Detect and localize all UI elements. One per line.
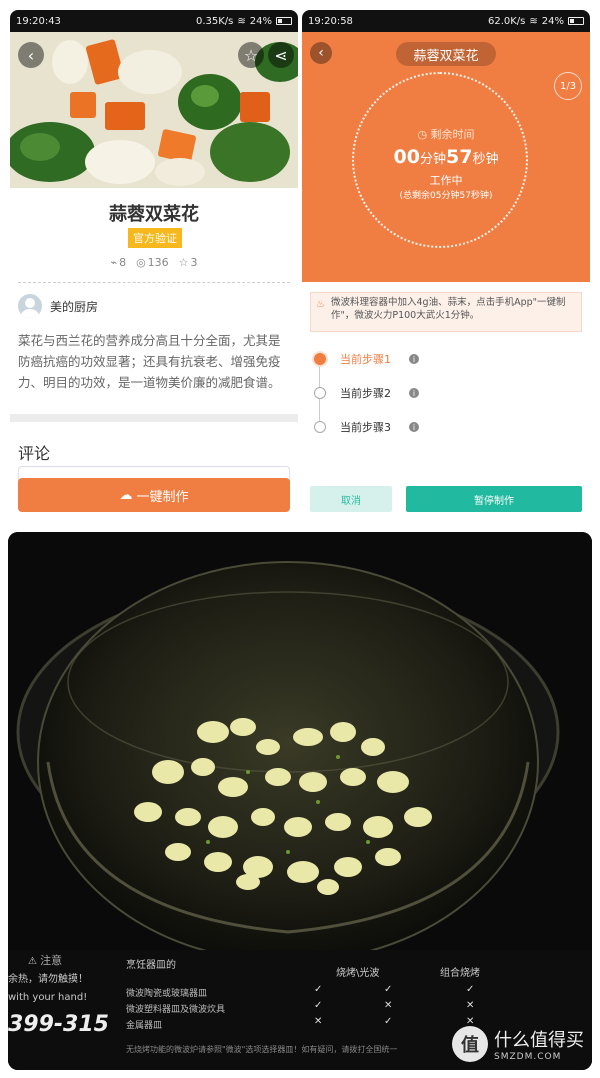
recipe-stats: ⌁ 8 ◎ 136 ☆ 3 <box>10 256 298 269</box>
step-dot <box>314 421 326 433</box>
timer-panel: ‹ 蒜蓉双菜花 1/3 ◷ 剩余时间 00分钟57秒钟 工作中 (总剩余05分钟… <box>302 32 590 282</box>
section-separator <box>10 414 298 422</box>
divider <box>18 282 290 283</box>
cross-icon: ✕ <box>466 1000 475 1011</box>
check-icon: ✓ <box>384 1016 393 1027</box>
one-click-label: 一键制作 <box>136 489 189 505</box>
check-icon: ✓ <box>384 984 393 995</box>
battery-percent: 24% <box>541 15 564 27</box>
caution-line-1: 余热，请勿触摸！ <box>8 974 88 985</box>
page-current: 1 <box>559 80 567 92</box>
timer-seconds: 57 <box>446 146 473 168</box>
caution-label: ⚠ 注意 余热，请勿触摸！ with your hand! <box>8 952 88 1007</box>
timer-minutes-unit: 分钟 <box>419 152 446 167</box>
working-status: 工作中 <box>429 174 463 187</box>
battery-icon <box>568 17 584 25</box>
check-icon: ✓ <box>314 984 323 995</box>
pause-cooking-button[interactable]: 暂停制作 <box>406 486 582 512</box>
recipe-hero-image: ‹ ☆ ⋖ <box>10 32 298 188</box>
view-count: 136 <box>147 256 169 269</box>
steps-list: 当前步骤1 i 当前步骤2 i 当前步骤3 i <box>314 342 574 444</box>
wifi-icon: ≋ <box>529 15 538 27</box>
one-click-cook-button[interactable]: ☁ 一键制作 <box>18 478 290 512</box>
caution-line-2: with your hand! <box>8 992 88 1003</box>
battery-icon <box>276 17 292 25</box>
like-icon: ☆ <box>178 256 189 269</box>
share-button[interactable]: ⋖ <box>268 42 294 68</box>
cross-icon: ✕ <box>384 1000 393 1011</box>
info-icon[interactable]: i <box>409 388 419 398</box>
total-remaining: (总剩余05分钟57秒钟) <box>399 191 493 201</box>
cooking-progress-screen: 19:20:58 62.0K/s ≋ 24% ‹ 蒜蓉双菜花 1/3 ◷ 剩余时… <box>302 10 590 518</box>
timer-minutes: 00 <box>393 146 420 168</box>
step-label: 当前步骤1 <box>340 353 391 366</box>
back-button[interactable]: ‹ <box>310 42 332 64</box>
remaining-time-label: 剩余时间 <box>430 128 475 141</box>
status-net-speed: 62.0K/s <box>487 15 526 27</box>
check-icon: ✓ <box>466 984 475 995</box>
step-item[interactable]: 当前步骤3 i <box>314 410 574 444</box>
countdown-timer: 00分钟57秒钟 <box>302 146 590 168</box>
page-total: 3 <box>569 80 577 92</box>
flame-icon: ♨ <box>316 299 325 310</box>
eye-icon: ◎ <box>136 256 146 269</box>
recipe-description: 菜花与西兰花的营养成分高且十分全面，尤其是防癌抗癌的功效显著；还具有抗衰老、增强… <box>18 333 281 390</box>
status-bar: 19:20:58 62.0K/s ≋ 24% <box>302 10 590 32</box>
info-icon[interactable]: i <box>409 354 419 364</box>
caution-title: 注意 <box>40 954 63 967</box>
cloud-icon: ☁ <box>119 487 133 503</box>
author-row[interactable]: 美的厨房 <box>18 294 98 318</box>
status-net-speed: 0.35K/s <box>195 15 234 27</box>
clock-icon: ◷ <box>417 128 428 141</box>
cancel-button[interactable]: 取消 <box>310 486 392 512</box>
battery-percent: 24% <box>249 15 272 27</box>
comments-heading: 评论 <box>18 444 51 463</box>
watermark-chinese: 什么值得买 <box>494 1030 584 1051</box>
status-bar: 19:20:43 0.35K/s ≋ 24% <box>10 10 298 32</box>
smzdm-watermark: 值 什么值得买 SMZDM.COM <box>452 1026 584 1062</box>
author-name: 美的厨房 <box>50 299 99 314</box>
instruction-text: 微波料理容器中加入4g油、蒜末，点击手机App"一键制作"，微波火力P100大武… <box>331 297 566 321</box>
smzdm-logo-icon: 值 <box>452 1026 488 1062</box>
save-count: 8 <box>119 256 127 269</box>
official-verified-badge: 官方验证 <box>128 228 182 248</box>
watermark-english: SMZDM.COM <box>494 1052 562 1062</box>
cookware-row: 微波塑料器皿及微波炊具 <box>126 1005 226 1015</box>
favorite-star-button[interactable]: ☆ <box>238 42 264 68</box>
check-icon: ✓ <box>314 1000 323 1011</box>
warning-icon: ⚠ <box>28 956 37 967</box>
step-instruction: ♨ 微波料理容器中加入4g油、蒜末，点击手机App"一键制作"，微波火力P100… <box>310 292 582 332</box>
col-combo: 组合烧烤 <box>440 968 480 979</box>
recipe-title: 蒜蓉双菜花 <box>109 204 199 225</box>
step-item[interactable]: 当前步骤1 i <box>314 342 574 376</box>
info-icon[interactable]: i <box>409 422 419 432</box>
cookware-table-title: 烹饪器皿的 <box>126 960 176 971</box>
composite-page: 19:20:43 0.35K/s ≋ 24% ‹ ☆ ⋖ 蒜蓉双菜花 官方验证 … <box>0 0 600 1078</box>
status-time: 19:20:43 <box>16 15 61 27</box>
cookware-footnote: 无烧烤功能的微波炉请参照"微波"选项选择器皿！如有疑问，请拨打全国统一 <box>126 1045 398 1054</box>
save-icon: ⌁ <box>110 256 118 269</box>
timer-seconds-unit: 秒钟 <box>472 152 499 167</box>
wifi-icon: ≋ <box>237 15 246 27</box>
col-grill: 烧烤\光波 <box>336 968 380 979</box>
recipe-detail-screen: 19:20:43 0.35K/s ≋ 24% ‹ ☆ ⋖ 蒜蓉双菜花 官方验证 … <box>10 10 298 518</box>
step-item[interactable]: 当前步骤2 i <box>314 376 574 410</box>
step-label: 当前步骤3 <box>340 421 391 434</box>
step-label: 当前步骤2 <box>340 387 391 400</box>
step-dot <box>314 387 326 399</box>
cookware-row: 金属器皿 <box>126 1021 163 1031</box>
screen-title: 蒜蓉双菜花 <box>396 42 496 66</box>
like-count: 3 <box>190 256 198 269</box>
avatar <box>18 294 42 318</box>
hotline-number: 399-315 <box>8 1012 109 1037</box>
step-dot <box>314 353 326 365</box>
cross-icon: ✕ <box>314 1016 323 1027</box>
cookware-row: 微波陶瓷或玻璃器皿 <box>126 989 208 999</box>
microwave-bowl-photo: ⚠ 注意 余热，请勿触摸！ with your hand! 399-315 烹饪… <box>8 532 592 1070</box>
back-button[interactable]: ‹ <box>18 42 44 68</box>
status-time: 19:20:58 <box>308 15 353 27</box>
step-page-indicator: 1/3 <box>554 72 582 100</box>
